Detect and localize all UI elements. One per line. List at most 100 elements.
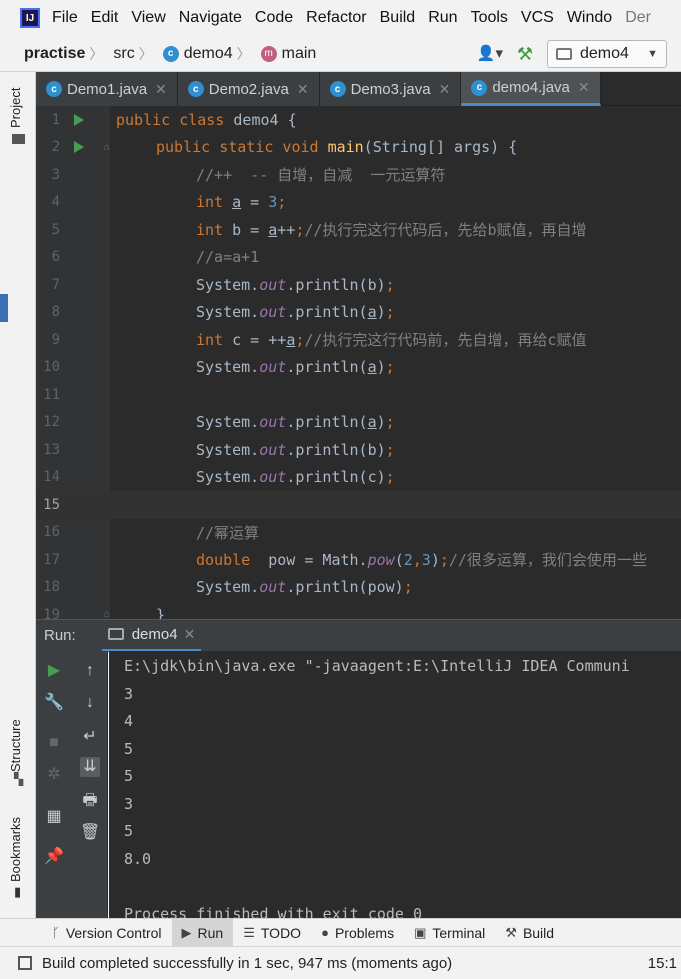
console-line: 4 [124,712,134,730]
close-icon[interactable]: ✕ [578,79,590,96]
problems-button[interactable]: ● Problems [311,919,404,947]
cursor-position[interactable]: 15:1 [648,955,677,972]
run-gutter-icon[interactable] [74,141,84,154]
code-editor[interactable]: 1 public class demo4 { 2 ⌂ public static… [36,106,681,619]
fold-icon[interactable]: ⌂ [104,609,110,619]
run-config-label: demo4 [580,45,629,62]
run-gutter-icon[interactable] [74,113,84,126]
tool-window-label: Run [197,924,224,941]
breadcrumb-method[interactable]: m main [260,45,316,63]
pin-icon[interactable]: 📌 [44,847,64,867]
project-tool-button[interactable]: Project [8,88,23,128]
tab-demo4[interactable]: c demo4.java ✕ [461,72,601,106]
class-icon: c [162,45,179,62]
scroll-to-end-icon[interactable]: ⇊ [80,757,100,777]
run-config-selector[interactable]: demo4 ▼ [547,40,667,68]
hammer-icon[interactable]: ⚒ [517,44,533,65]
current-code-line: 15 [36,491,681,519]
console-line: 3 [124,685,134,703]
menu-tools[interactable]: Tools [471,9,508,27]
fold-icon[interactable]: ⌂ [104,142,110,153]
menu-build[interactable]: Build [380,9,416,27]
menu-refactor[interactable]: Refactor [306,9,366,27]
user-dropdown-icon[interactable]: 👤▾ [477,44,505,64]
bookmarks-tool-button[interactable]: Bookmarks [8,817,23,882]
tab-label: demo4.java [492,79,570,96]
run-tab-demo4[interactable]: demo4 ✕ [101,620,202,652]
stop-icon[interactable]: ■ [44,733,64,753]
class-icon: c [471,79,488,96]
tab-demo2[interactable]: c Demo2.java ✕ [177,72,320,106]
breadcrumb-class[interactable]: c demo4 [162,45,233,63]
todo-button[interactable]: ☰ TODO [233,919,311,947]
status-message: Build completed successfully in 1 sec, 9… [42,954,453,972]
close-icon[interactable]: ✕ [155,81,167,98]
line-number: 8 [51,304,60,321]
menu-view[interactable]: View [131,9,165,27]
terminal-button[interactable]: ▣ Terminal [404,919,495,947]
line-number: 10 [43,359,60,376]
console-line: 8.0 [124,850,152,868]
layout-toggle-icon[interactable] [18,956,32,970]
toolbar-right: 👤▾ ⚒ demo4 ▼ [477,40,667,68]
code-line: 18 System.out.println(pow); [36,574,681,602]
code-text: double pow = Math.pow(2,3);//很多运算，我们会使用一… [196,551,647,570]
menu-file[interactable]: File [52,9,78,27]
arrow-up-icon[interactable]: ↑ [80,661,100,681]
code-text: public class demo4 { [116,110,297,129]
chevron-down-icon: ▼ [647,48,658,60]
code-text: System.out.println(pow); [196,578,413,597]
rerun-icon[interactable]: ▶ [44,661,64,681]
console-line: E:\jdk\bin\java.exe "-javaagent:E:\Intel… [124,657,630,675]
list-icon: ☰ [243,924,255,940]
tool-window-label: Terminal [432,924,486,941]
line-number: 4 [51,194,60,211]
build-button[interactable]: ⚒ Build [495,919,564,947]
soft-wrap-icon[interactable]: ↵ [80,727,100,747]
code-text: public static void main(String[] args) { [156,138,518,157]
breadcrumb-folder[interactable]: src [113,45,134,63]
class-icon: c [187,81,204,97]
arrow-down-icon[interactable]: ↓ [80,693,100,713]
hammer-icon: ⚒ [505,924,517,940]
code-text: System.out.println(a); [196,303,395,322]
close-icon[interactable]: ✕ [439,81,451,98]
warning-icon: ● [321,925,329,940]
menu-edit[interactable]: Edit [91,9,119,27]
debug-bug-icon[interactable]: ✲ [44,765,64,785]
menu-navigate[interactable]: Navigate [179,9,242,27]
menu-window[interactable]: Windo [567,9,612,27]
tab-demo1[interactable]: c Demo1.java ✕ [36,72,178,106]
menu-run[interactable]: Run [428,9,457,27]
line-number: 6 [51,249,60,266]
console-output[interactable]: E:\jdk\bin\java.exe "-javaagent:E:\Intel… [109,651,681,918]
close-icon[interactable]: ✕ [297,81,309,98]
version-control-button[interactable]: ᚴ Version Control [42,919,172,947]
code-text: int a = 3; [196,193,287,212]
wrench-icon[interactable]: 🔧 [44,693,64,713]
tool-window-label: Build [522,924,555,941]
line-number: 19 [43,606,60,619]
run-toolbar-primary: ▶ 🔧 ■ ✲ ▦ 📌 [36,651,72,918]
run-button[interactable]: ▶ Run [171,918,234,947]
trash-icon[interactable]: 🗑 [80,823,100,843]
close-icon[interactable]: ✕ [184,626,196,643]
menu-code[interactable]: Code [255,9,293,27]
bookmark-icon: ▮ [14,884,22,899]
tab-label: Demo1.java [67,80,148,98]
code-text: int c = ++a;//执行完这行代码前，先自增，再给c赋值 [196,331,587,350]
structure-tool-button[interactable]: Structure [8,719,23,772]
print-icon[interactable]: 🖶 [80,791,100,811]
code-line: 4 int a = 3; [36,189,681,217]
line-number: 9 [51,331,60,348]
line-number: 1 [51,111,60,128]
tab-label: Demo3.java [350,80,431,98]
breadcrumb-project[interactable]: practise [24,45,85,63]
menu-vcs[interactable]: VCS [521,9,554,27]
code-line: 9 int c = ++a;//执行完这行代码前，先自增，再给c赋值 [36,326,681,354]
menu-bar: IJ File Edit View Navigate Code Refactor… [0,0,681,36]
tab-demo3[interactable]: c Demo3.java ✕ [319,72,462,106]
layout-icon[interactable]: ▦ [44,807,64,827]
console-line: 5 [124,767,134,785]
code-line: 13 System.out.println(b); [36,436,681,464]
